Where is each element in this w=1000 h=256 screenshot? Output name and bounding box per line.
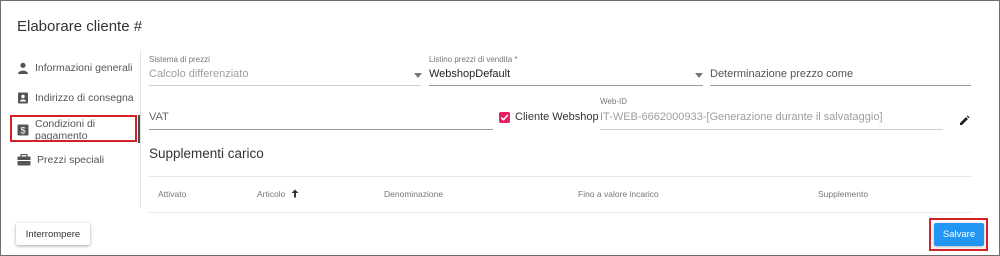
column-header-label: Articolo (257, 189, 286, 199)
column-header-up-to-value[interactable]: Fino a valore incarico (578, 189, 659, 199)
active-item-highlight (10, 115, 137, 142)
field-underline (429, 85, 703, 86)
price-system-select[interactable]: Sistema di prezzi Calcolo differenziato (149, 55, 422, 86)
save-button[interactable]: Salvare (934, 223, 984, 246)
web-id-field: Web-ID IT-WEB-6662000933-[Generazione du… (600, 97, 943, 130)
sort-ascending-icon (291, 189, 299, 198)
active-item-indicator (138, 115, 140, 143)
price-system-label: Sistema di prezzi (149, 55, 210, 64)
surcharges-table-header: Attivato Articolo Denominazione Fino a v… (149, 176, 971, 213)
vat-input[interactable]: VAT (149, 101, 493, 130)
sidebar-item-label: Prezzi speciali (37, 154, 105, 166)
price-list-select[interactable]: Listino prezzi di vendita * WebshopDefau… (429, 55, 703, 86)
price-system-value: Calcolo differenziato (149, 68, 249, 80)
edit-pencil-icon[interactable] (959, 113, 970, 131)
sidebar-item-label: Informazioni generali (35, 62, 133, 74)
contact-card-icon (17, 92, 29, 104)
section-title-surcharges: Supplementi carico (149, 146, 264, 161)
price-list-label: Listino prezzi di vendita * (429, 55, 518, 64)
checkmark-icon (500, 114, 509, 121)
sidebar-item-special-prices[interactable]: Prezzi speciali (17, 150, 104, 170)
webshop-customer-label[interactable]: Cliente Webshop (515, 111, 599, 123)
field-underline (710, 85, 971, 86)
person-icon (17, 62, 29, 74)
column-header-description[interactable]: Denominazione (384, 189, 443, 199)
column-header-activated[interactable]: Attivato (158, 189, 186, 199)
sidebar-item-delivery-address[interactable]: Indirizzo di consegna (17, 88, 134, 108)
chevron-down-icon (695, 73, 703, 78)
cancel-button[interactable]: Interrompere (16, 223, 90, 245)
field-underline (149, 129, 493, 130)
column-header-surcharge[interactable]: Supplemento (818, 189, 868, 199)
vat-placeholder: VAT (149, 111, 169, 123)
price-determination-input[interactable]: Determinazione prezzo come (710, 55, 971, 86)
web-id-value: IT-WEB-6662000933-[Generazione durante i… (600, 111, 883, 123)
field-underline (149, 85, 421, 86)
dialog-title: Elaborare cliente # (17, 18, 143, 35)
sidebar-item-label: Indirizzo di consegna (35, 92, 134, 104)
field-underline (600, 129, 943, 130)
chevron-down-icon (414, 73, 422, 78)
dialog: Elaborare cliente # Informazioni general… (0, 0, 1000, 256)
tag-icon (17, 154, 31, 166)
price-list-value: WebshopDefault (429, 68, 511, 80)
webshop-customer-checkbox[interactable] (499, 112, 510, 123)
web-id-label: Web-ID (600, 97, 627, 106)
price-determination-placeholder: Determinazione prezzo come (710, 68, 854, 80)
sidebar-item-general-info[interactable]: Informazioni generali (17, 58, 132, 78)
column-header-article[interactable]: Articolo (257, 189, 299, 199)
